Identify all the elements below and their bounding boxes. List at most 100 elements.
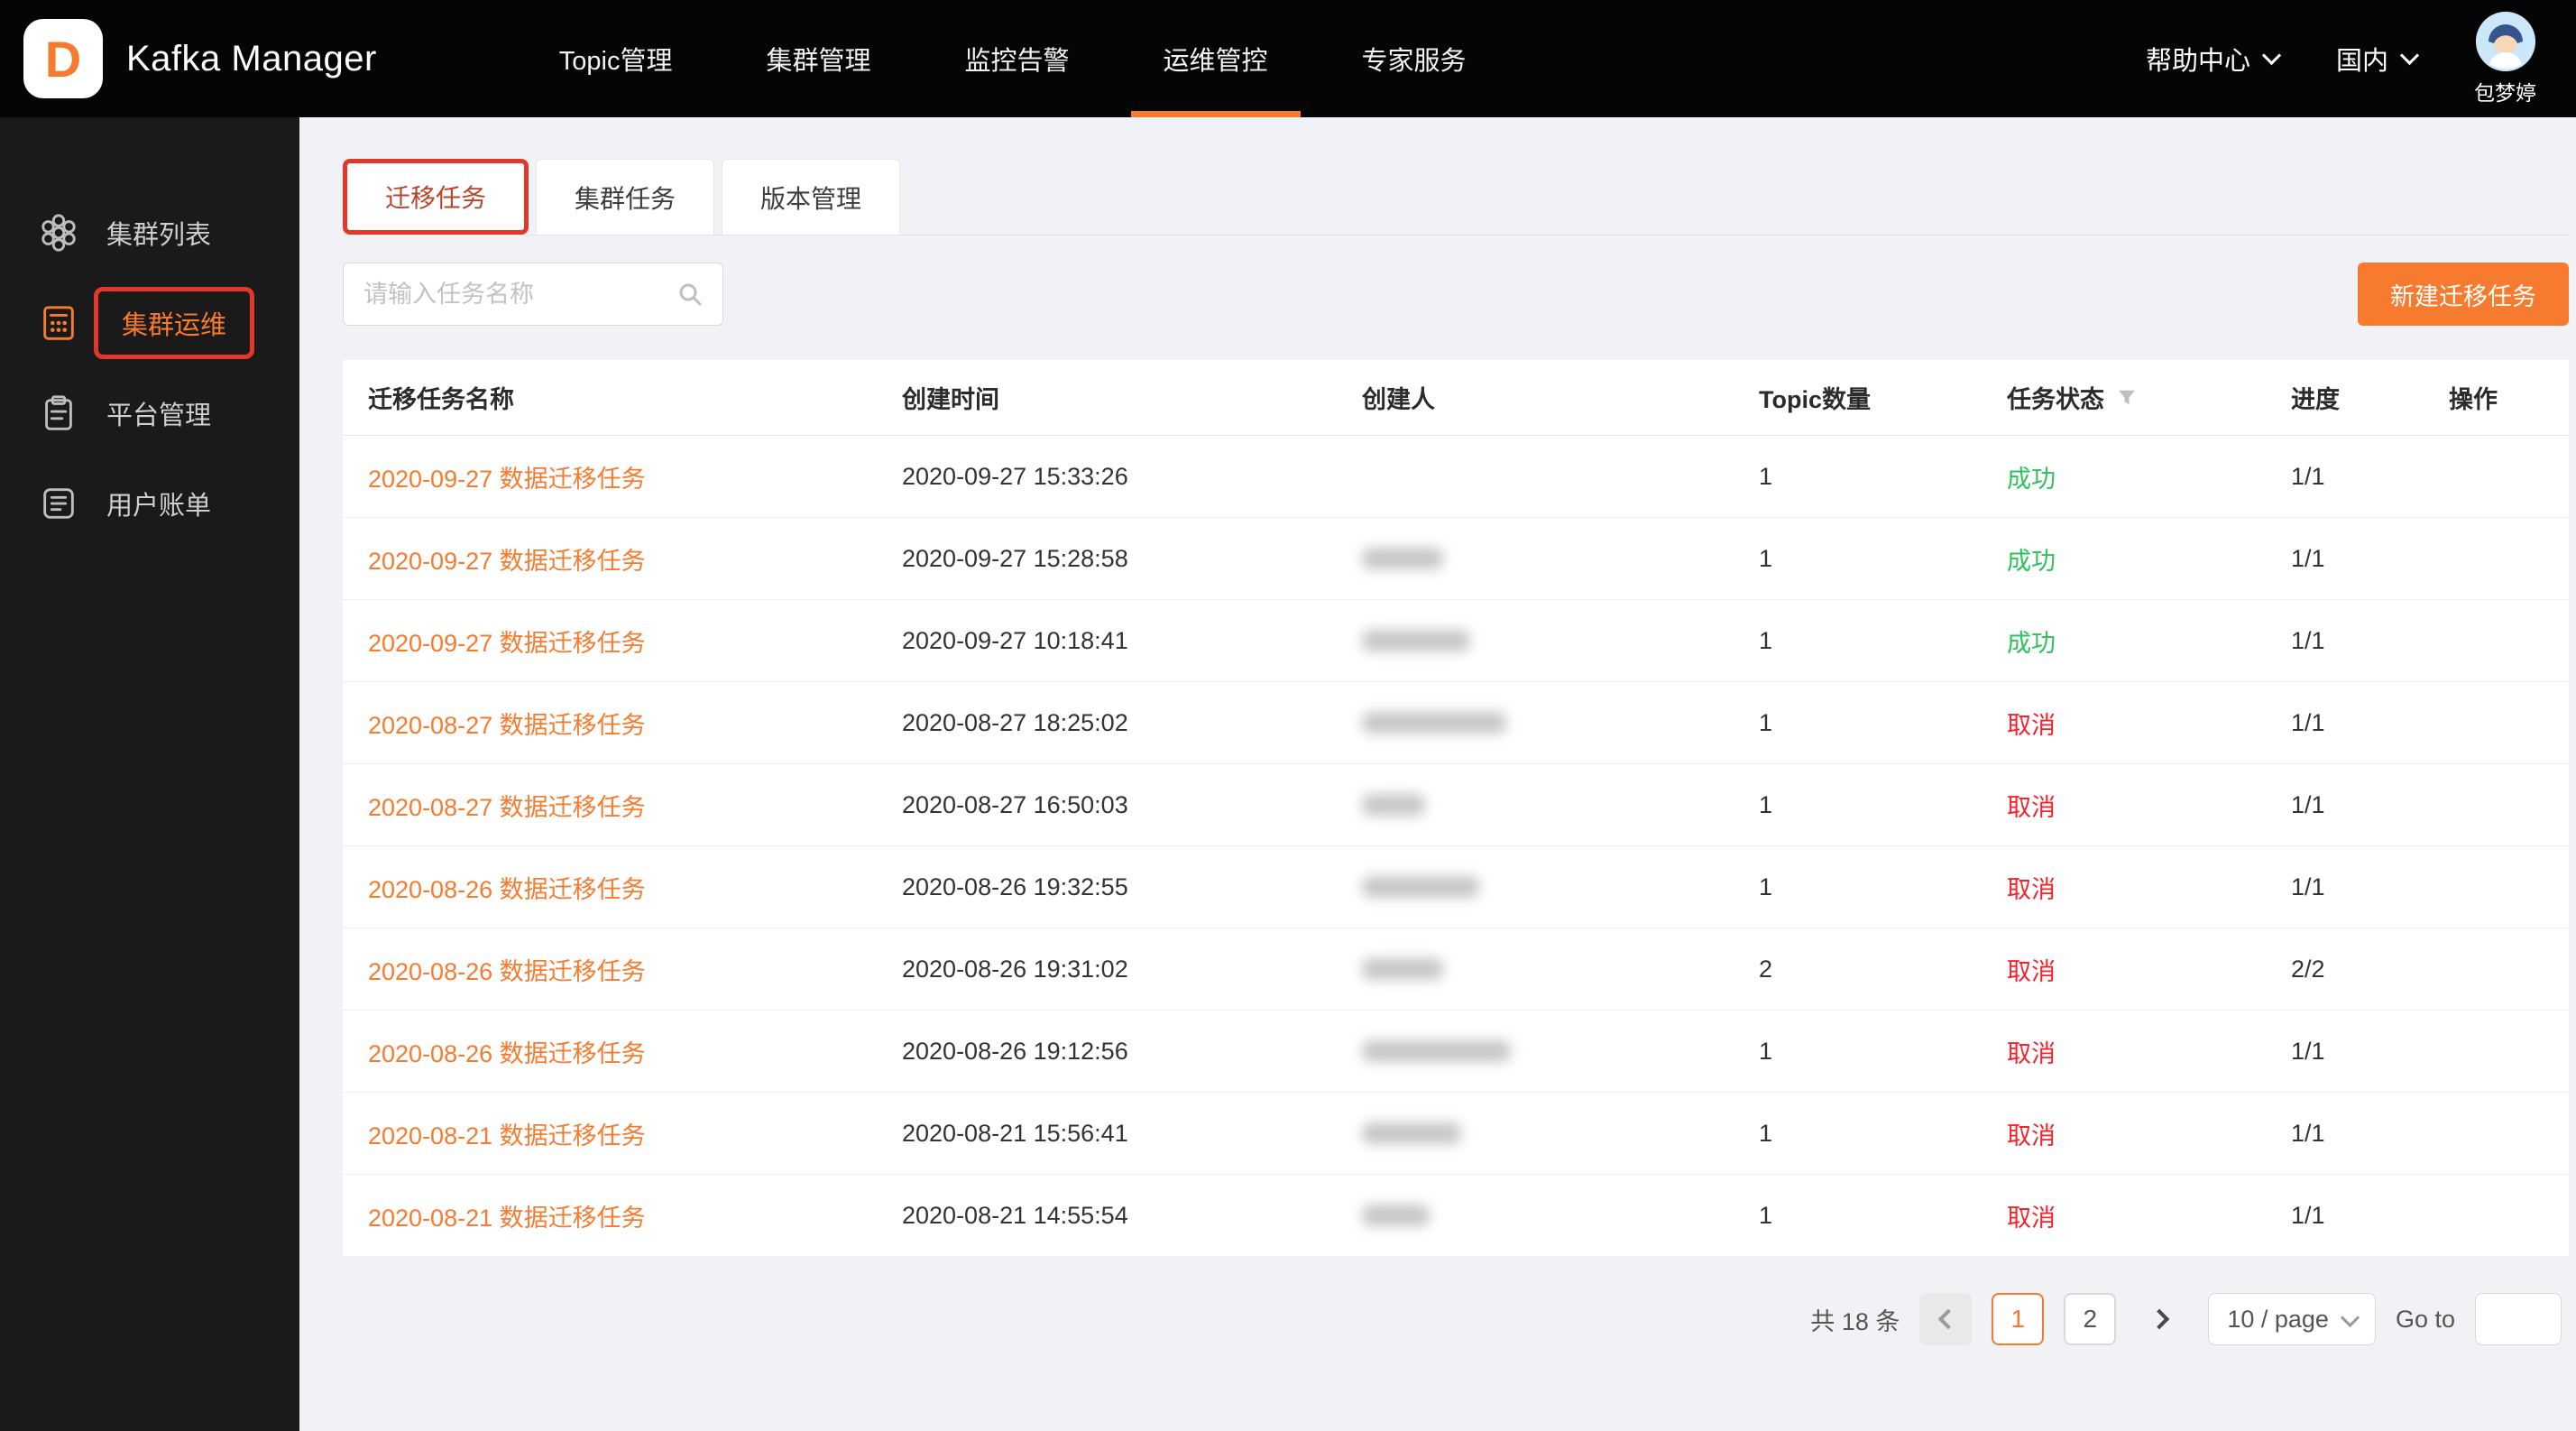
table-row: 2020-09-27 数据迁移任务 2020-09-27 15:33:26 1 … xyxy=(343,436,2569,518)
task-name-link[interactable]: 2020-08-21 数据迁移任务 xyxy=(368,1198,646,1233)
goto-page-input[interactable] xyxy=(2475,1293,2562,1345)
status-badge: 取消 xyxy=(2007,706,2056,741)
topic-count-cell: 1 xyxy=(1734,1093,1982,1174)
status-badge: 取消 xyxy=(2007,788,2056,823)
task-name-link[interactable]: 2020-09-27 数据迁移任务 xyxy=(368,541,646,577)
actions-cell xyxy=(2424,928,2569,1010)
page-size-value: 10 / page xyxy=(2227,1306,2329,1334)
task-name-link[interactable]: 2020-08-21 数据迁移任务 xyxy=(368,1116,646,1151)
total-count: 共 18 条 xyxy=(1810,1302,1900,1337)
app-title: Kafka Manager xyxy=(126,39,377,79)
actions-cell xyxy=(2424,1175,2569,1256)
filter-icon[interactable] xyxy=(2117,388,2137,408)
search-input[interactable] xyxy=(362,280,676,309)
progress-cell: 1/1 xyxy=(2266,764,2424,845)
region-menu[interactable]: 国内 xyxy=(2336,40,2416,78)
sidebar-item-cluster-list[interactable]: 集群列表 xyxy=(0,188,299,278)
tab-label: 版本管理 xyxy=(760,180,861,216)
task-name-link[interactable]: 2020-08-26 数据迁移任务 xyxy=(368,870,646,905)
column-header: 进度 xyxy=(2266,360,2424,435)
sidebar-item-user-billing[interactable]: 用户账单 xyxy=(0,458,299,549)
progress-cell: 1/1 xyxy=(2266,1011,2424,1092)
task-name-link[interactable]: 2020-08-26 数据迁移任务 xyxy=(368,1034,646,1069)
topic-count-cell: 1 xyxy=(1734,518,1982,599)
created-time-cell: 2020-08-26 19:32:55 xyxy=(877,846,1337,928)
table-row: 2020-08-26 数据迁移任务 2020-08-26 19:32:55 1 … xyxy=(343,846,2569,928)
table-row: 2020-08-21 数据迁移任务 2020-08-21 15:56:41 1 … xyxy=(343,1093,2569,1175)
actions-cell xyxy=(2424,436,2569,517)
status-badge: 取消 xyxy=(2007,952,2056,987)
page-button-2[interactable]: 2 xyxy=(2064,1293,2116,1345)
clipboard-icon xyxy=(38,392,85,435)
created-time-cell: 2020-08-26 19:12:56 xyxy=(877,1011,1337,1092)
created-time-cell: 2020-09-27 15:28:58 xyxy=(877,518,1337,599)
progress-cell: 1/1 xyxy=(2266,1175,2424,1256)
nav-item-topic[interactable]: Topic管理 xyxy=(512,0,720,117)
nav-item-expert[interactable]: 专家服务 xyxy=(1315,0,1513,117)
task-name-link[interactable]: 2020-09-27 数据迁移任务 xyxy=(368,459,646,494)
page-button-1[interactable]: 1 xyxy=(1992,1293,2044,1345)
tab-label: 迁移任务 xyxy=(385,179,486,215)
topic-count-cell: 1 xyxy=(1734,764,1982,845)
tab-version-management[interactable]: 版本管理 xyxy=(722,159,900,235)
search-icon xyxy=(676,280,704,309)
chevron-down-icon xyxy=(2400,45,2419,64)
ops-console-icon xyxy=(38,301,85,345)
sidebar-item-label: 集群运维 xyxy=(94,287,254,359)
topic-count-cell: 1 xyxy=(1734,436,1982,517)
nav-item-label: Topic管理 xyxy=(559,40,673,78)
user-menu[interactable]: 包梦婷 xyxy=(2474,12,2536,106)
creator-redacted xyxy=(1362,1205,1430,1226)
hexagon-cluster-icon xyxy=(38,211,85,254)
create-migration-task-button[interactable]: 新建迁移任务 xyxy=(2358,263,2569,326)
nav-item-monitor[interactable]: 监控告警 xyxy=(918,0,1117,117)
created-time-cell: 2020-08-21 15:56:41 xyxy=(877,1093,1337,1174)
next-page-button[interactable] xyxy=(2136,1293,2188,1345)
tab-migration-tasks[interactable]: 迁移任务 xyxy=(343,159,529,235)
nav-item-label: 监控告警 xyxy=(965,40,1070,78)
chevron-right-icon xyxy=(2149,1309,2170,1330)
task-name-link[interactable]: 2020-08-26 数据迁移任务 xyxy=(368,952,646,987)
sidebar-item-cluster-ops[interactable]: 集群运维 xyxy=(0,278,299,368)
progress-cell: 1/1 xyxy=(2266,600,2424,681)
prev-page-button[interactable] xyxy=(1919,1293,1972,1345)
nav-item-ops[interactable]: 运维管控 xyxy=(1117,0,1315,117)
status-badge: 取消 xyxy=(2007,1198,2056,1233)
table-row: 2020-08-21 数据迁移任务 2020-08-21 14:55:54 1 … xyxy=(343,1175,2569,1257)
help-center-label: 帮助中心 xyxy=(2146,40,2250,78)
nav-item-label: 专家服务 xyxy=(1362,40,1467,78)
task-name-link[interactable]: 2020-08-27 数据迁移任务 xyxy=(368,788,646,823)
creator-redacted xyxy=(1362,876,1479,898)
sidebar-item-label: 用户账单 xyxy=(106,485,211,522)
table-row: 2020-09-27 数据迁移任务 2020-09-27 10:18:41 1 … xyxy=(343,600,2569,682)
column-header: 创建人 xyxy=(1337,360,1734,435)
actions-cell xyxy=(2424,764,2569,845)
region-label: 国内 xyxy=(2336,40,2388,78)
brand: D Kafka Manager xyxy=(0,19,377,98)
topic-count-cell: 1 xyxy=(1734,1175,1982,1256)
table-row: 2020-08-26 数据迁移任务 2020-08-26 19:12:56 1 … xyxy=(343,1011,2569,1093)
created-time-cell: 2020-08-27 18:25:02 xyxy=(877,682,1337,763)
top-nav-bar: D Kafka Manager Topic管理集群管理监控告警运维管控专家服务 … xyxy=(0,0,2576,117)
nav-item-cluster[interactable]: 集群管理 xyxy=(719,0,917,117)
column-header: 操作 xyxy=(2424,360,2569,435)
billing-list-icon xyxy=(38,482,85,525)
kafka-manager-screen: D Kafka Manager Topic管理集群管理监控告警运维管控专家服务 … xyxy=(0,0,2576,1431)
topic-count-cell: 1 xyxy=(1734,1011,1982,1092)
task-name-link[interactable]: 2020-08-27 数据迁移任务 xyxy=(368,706,646,741)
sidebar-item-platform-admin[interactable]: 平台管理 xyxy=(0,368,299,458)
header-right: 帮助中心 国内 包梦婷 xyxy=(2146,12,2576,106)
tab-cluster-tasks[interactable]: 集群任务 xyxy=(536,159,714,235)
goto-label: Go to xyxy=(2396,1306,2455,1334)
help-center-menu[interactable]: 帮助中心 xyxy=(2146,40,2278,78)
topic-count-cell: 1 xyxy=(1734,682,1982,763)
task-name-link[interactable]: 2020-09-27 数据迁移任务 xyxy=(368,623,646,659)
progress-cell: 1/1 xyxy=(2266,1093,2424,1174)
app-logo-icon: D xyxy=(23,19,103,98)
page-size-select[interactable]: 10 / page xyxy=(2208,1293,2376,1345)
user-name: 包梦婷 xyxy=(2474,76,2536,106)
tab-label: 集群任务 xyxy=(575,180,676,216)
task-tabs: 迁移任务 集群任务 版本管理 xyxy=(343,159,2569,235)
column-header: Topic数量 xyxy=(1734,360,1982,435)
actions-cell xyxy=(2424,1093,2569,1174)
